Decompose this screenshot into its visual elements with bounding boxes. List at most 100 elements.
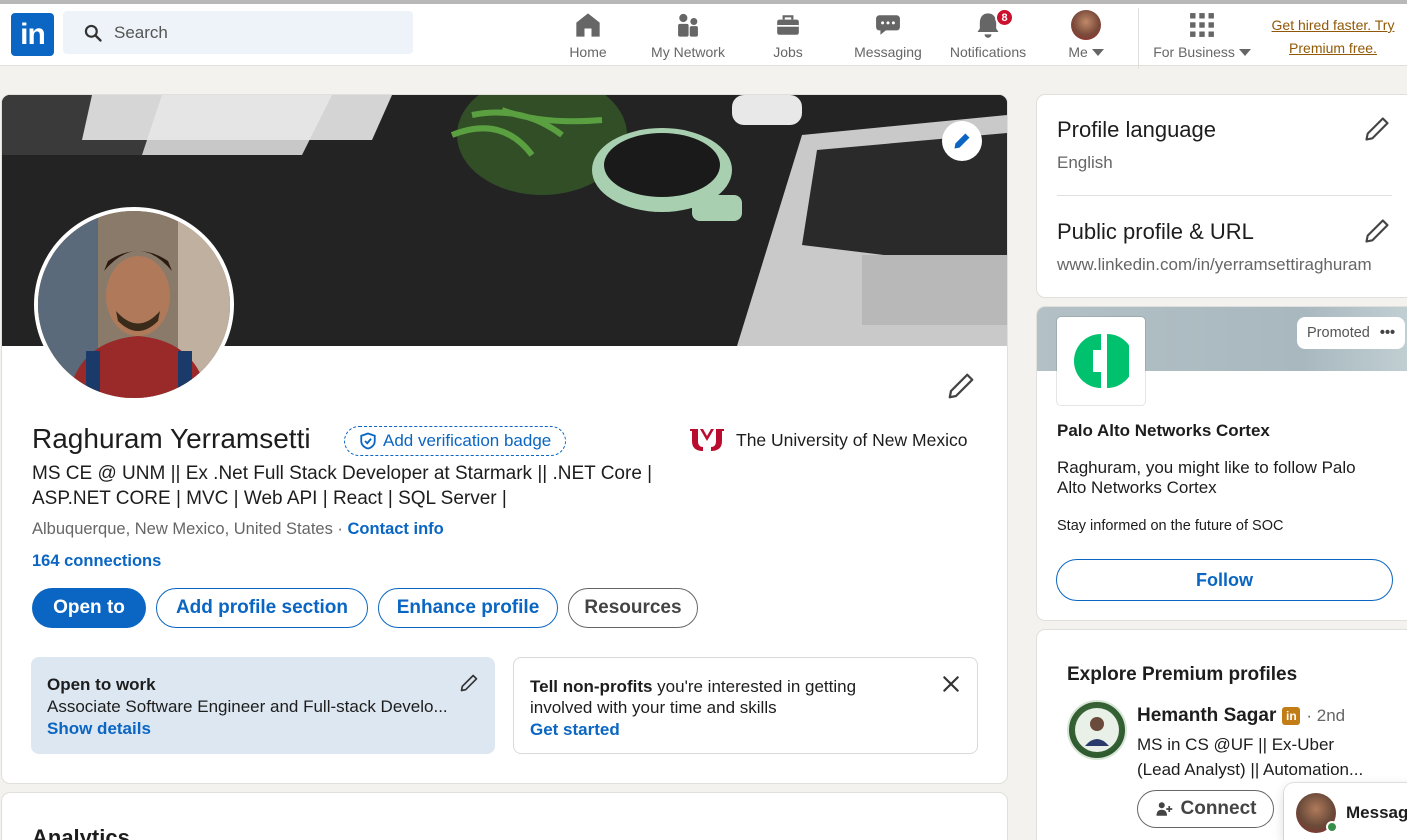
premium-trial-link[interactable]: Get hired faster. Try Premium free. xyxy=(1262,14,1404,60)
profile-photo[interactable] xyxy=(34,207,234,402)
me-avatar xyxy=(1071,10,1101,40)
suggested-profile-photo xyxy=(1075,708,1119,752)
resources-button[interactable]: Resources xyxy=(568,588,698,628)
unm-logo-icon xyxy=(690,429,724,451)
premium-badge-icon: in xyxy=(1282,707,1301,725)
grid-apps-icon xyxy=(1190,13,1214,37)
connections-link[interactable]: 164 connections xyxy=(32,552,161,571)
messaging-label: Messaging xyxy=(1346,803,1407,822)
suggested-profile-headline: MS in CS @UF || Ex-Uber (Lead Analyst) |… xyxy=(1137,735,1364,779)
nav-for-business[interactable]: For Business xyxy=(1152,8,1252,66)
dismiss-button[interactable] xyxy=(941,674,961,699)
search-icon xyxy=(84,24,102,42)
analytics-title: Analytics xyxy=(32,825,130,840)
suggested-profile-avatar[interactable] xyxy=(1067,700,1127,760)
edit-public-profile-button[interactable] xyxy=(1363,217,1391,250)
connect-button[interactable]: Connect xyxy=(1137,790,1274,828)
more-options-icon[interactable]: ••• xyxy=(1380,325,1395,341)
messaging-overlay[interactable]: Messaging xyxy=(1284,783,1407,840)
people-icon xyxy=(678,13,698,37)
verification-badge-label: Add verification badge xyxy=(383,431,552,450)
profile-location: Albuquerque, New Mexico, United States xyxy=(32,520,333,538)
ad-subtext: Stay informed on the future of SOC xyxy=(1057,518,1284,534)
public-profile-url: www.linkedin.com/in/yerramsettiraghuram xyxy=(1057,255,1372,274)
nav-notifications-label: Notifications xyxy=(949,44,1027,60)
suggested-profile-name: Hemanth Sagar xyxy=(1137,705,1277,726)
home-icon xyxy=(576,13,600,37)
add-person-icon xyxy=(1156,802,1172,816)
promoted-ad-card: Promoted ••• Palo Alto Networks Cortex R… xyxy=(1037,307,1407,620)
nonprofit-card: Tell non-profits you're interested in ge… xyxy=(513,657,978,754)
analytics-card: Analytics xyxy=(2,793,1007,840)
follow-button[interactable]: Follow xyxy=(1056,559,1393,601)
profile-settings-card: Profile language English Public profile … xyxy=(1037,95,1407,297)
divider xyxy=(1057,195,1392,196)
company-logo[interactable] xyxy=(1057,317,1145,405)
contact-info-link[interactable]: Contact info xyxy=(348,520,444,538)
close-icon xyxy=(943,676,959,692)
cortex-logo-icon xyxy=(1073,334,1129,388)
caret-down-icon xyxy=(1238,49,1251,56)
nav-jobs[interactable]: Jobs xyxy=(770,8,806,66)
ad-company-name[interactable]: Palo Alto Networks Cortex xyxy=(1057,421,1270,441)
education-link[interactable]: The University of New Mexico xyxy=(688,427,967,453)
nav-messaging-label: Messaging xyxy=(854,44,922,60)
add-profile-section-button[interactable]: Add profile section xyxy=(156,588,368,628)
edit-profile-language-button[interactable] xyxy=(1363,115,1391,148)
nonprofit-bold: Tell non-profits xyxy=(530,677,653,696)
search-input[interactable] xyxy=(114,22,394,43)
premium-line2: Premium free. xyxy=(1289,40,1377,56)
profile-headline: MS CE @ UNM || Ex .Net Full Stack Develo… xyxy=(32,463,653,509)
school-name: The University of New Mexico xyxy=(736,429,968,450)
open-to-work-title: Open to work xyxy=(47,675,156,694)
nav-me[interactable]: Me xyxy=(1064,8,1108,66)
enhance-profile-button[interactable]: Enhance profile xyxy=(378,588,558,628)
caret-down-icon xyxy=(1091,49,1104,56)
global-nav: in Home My Network Jobs Messaging 8 Noti… xyxy=(0,0,1407,69)
nav-notifications[interactable]: 8 Notifications xyxy=(945,8,1031,66)
linkedin-logo[interactable]: in xyxy=(11,13,54,56)
open-to-work-card[interactable]: Open to work Associate Software Engineer… xyxy=(31,657,495,754)
pencil-icon xyxy=(460,674,478,692)
public-profile-title: Public profile & URL xyxy=(1057,219,1254,244)
nav-for-business-label: For Business xyxy=(1153,44,1251,60)
pencil-icon xyxy=(1365,117,1389,141)
show-details-link[interactable]: Show details xyxy=(47,719,479,739)
premium-line1: Get hired faster. Try xyxy=(1271,17,1395,33)
open-to-button[interactable]: Open to xyxy=(32,588,146,628)
nav-home[interactable]: Home xyxy=(565,8,611,66)
add-verification-badge-button[interactable]: Add verification badge xyxy=(344,426,567,456)
nav-my-network[interactable]: My Network xyxy=(645,8,731,66)
profile-top-card: Raghuram Yerramsetti Add verification ba… xyxy=(2,95,1007,783)
ad-message: Raghuram, you might like to follow Palo … xyxy=(1057,458,1356,497)
open-to-work-roles: Associate Software Engineer and Full-sta… xyxy=(47,697,448,716)
briefcase-icon xyxy=(777,15,799,35)
connect-label: Connect xyxy=(1180,798,1257,819)
pencil-icon xyxy=(1365,219,1389,243)
search-bar[interactable] xyxy=(63,11,413,54)
pencil-icon xyxy=(948,373,974,399)
profile-photo-image xyxy=(38,211,230,398)
profile-location-row: Albuquerque, New Mexico, United States ·… xyxy=(32,520,444,539)
notification-count-badge: 8 xyxy=(995,8,1014,27)
nav-jobs-label: Jobs xyxy=(773,44,803,60)
nav-me-label: Me xyxy=(1068,44,1104,60)
location-separator: · xyxy=(332,520,348,538)
nav-home-label: Home xyxy=(569,44,607,60)
pencil-icon xyxy=(954,133,970,149)
edit-intro-button[interactable] xyxy=(946,371,976,406)
explore-premium-title: Explore Premium profiles xyxy=(1067,664,1298,685)
banner-edit-button[interactable] xyxy=(942,121,982,161)
edit-open-to-work-button[interactable] xyxy=(459,673,479,698)
nonprofit-text: Tell non-profits you're interested in ge… xyxy=(530,676,910,718)
get-started-link[interactable]: Get started xyxy=(530,720,961,740)
profile-name: Raghuram Yerramsetti xyxy=(32,423,311,454)
online-status-indicator xyxy=(1326,821,1338,833)
shield-check-icon xyxy=(360,432,376,450)
nav-messaging[interactable]: Messaging xyxy=(851,8,925,66)
suggested-profile-name-row[interactable]: Hemanth Sagar in · 2nd xyxy=(1137,705,1345,727)
promoted-text: Promoted xyxy=(1307,325,1370,341)
profile-language-title: Profile language xyxy=(1057,117,1217,142)
nav-my-network-label: My Network xyxy=(651,44,725,60)
profile-language-value: English xyxy=(1057,153,1113,172)
